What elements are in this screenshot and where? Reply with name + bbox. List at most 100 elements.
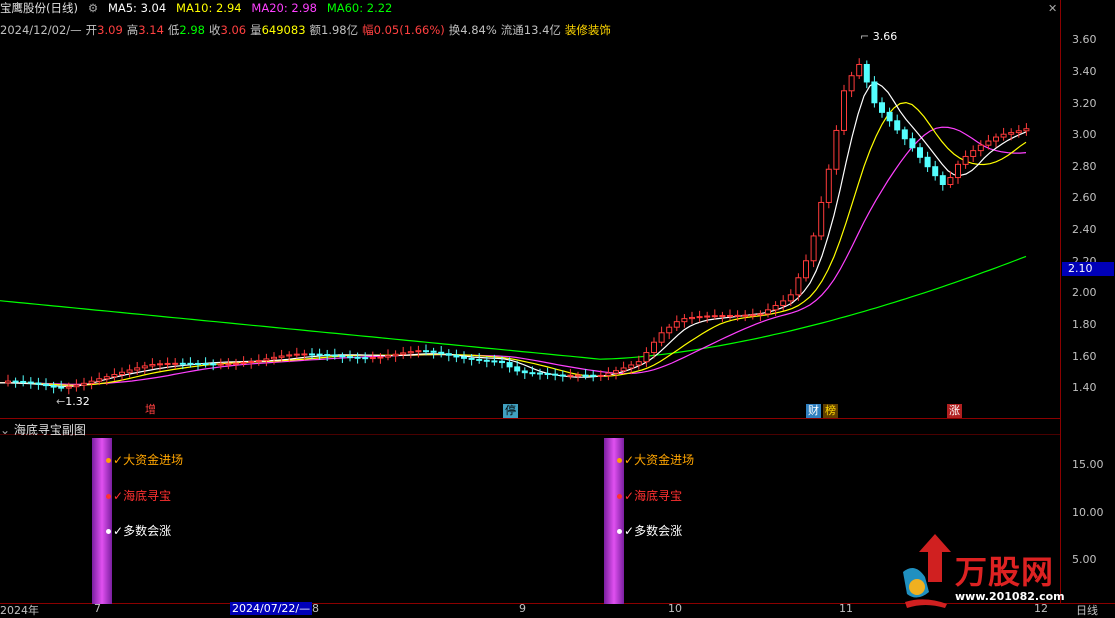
price-tick: 2.40 — [1072, 223, 1097, 236]
candle-body — [711, 315, 718, 318]
price-tick: 3.00 — [1072, 128, 1097, 141]
candle-body — [1008, 132, 1015, 135]
event-badge-up[interactable]: 涨 — [947, 404, 962, 418]
candles — [5, 58, 1030, 395]
signal-label: ✓多数会涨 — [106, 522, 171, 539]
candle-body — [278, 355, 285, 358]
candle-body — [901, 129, 908, 140]
low-marker: ←1.32 — [56, 395, 90, 408]
candle-body — [255, 359, 262, 362]
candle-body — [962, 155, 969, 165]
candle-body — [597, 374, 604, 377]
signal-text: 多数会涨 — [634, 524, 683, 538]
ma20-line-path — [0, 126, 1027, 385]
candle-body — [126, 369, 133, 373]
candle-body — [286, 354, 293, 357]
candle-body — [233, 362, 239, 365]
candle-body — [529, 372, 536, 375]
candle-body — [369, 357, 376, 360]
candle-body — [210, 363, 217, 366]
sub-chart-header[interactable]: ⌄ 海底寻宝副图 — [0, 421, 86, 438]
candle-body — [50, 385, 57, 388]
candle-body — [111, 374, 118, 378]
candle-body — [924, 156, 931, 168]
candle-body — [552, 373, 559, 376]
candle-body — [1000, 133, 1007, 138]
candle-body — [263, 358, 270, 361]
candle-body — [103, 376, 110, 380]
time-tick: 10 — [668, 602, 682, 615]
candle-body — [339, 355, 346, 358]
candle-body — [590, 374, 597, 377]
candle-body — [461, 356, 467, 359]
candle-body — [149, 363, 156, 367]
candle-body — [430, 350, 437, 353]
time-tick: 9 — [519, 602, 526, 615]
signal-text: 多数会涨 — [123, 524, 172, 538]
candle-body — [453, 354, 460, 358]
candle-body — [1023, 128, 1030, 132]
candle-body — [271, 356, 277, 360]
chevron-down-icon[interactable]: ⌄ — [0, 423, 10, 437]
candle-body — [5, 380, 11, 384]
candle-body — [354, 356, 361, 359]
candle-body — [187, 362, 194, 365]
candle-body — [415, 350, 422, 353]
price-tick: 3.20 — [1072, 97, 1097, 110]
candle-body — [970, 150, 977, 157]
candle-body — [719, 315, 726, 318]
event-badge-add[interactable]: 增 — [143, 403, 158, 417]
candle-body — [575, 374, 581, 377]
candle-body — [521, 370, 528, 374]
candle-body — [894, 120, 901, 131]
ma5-line — [0, 82, 1027, 388]
candle-body — [863, 63, 870, 83]
candle-body — [909, 138, 916, 149]
candle-body — [407, 351, 414, 354]
candle-body — [438, 351, 445, 355]
ma5-line-path — [0, 82, 1027, 388]
candle-body — [195, 362, 201, 365]
candle-body — [886, 111, 893, 122]
signal-label: ✓大资金进场 — [106, 451, 183, 468]
candle-body — [681, 318, 688, 323]
candle-body — [841, 90, 847, 131]
candle-body — [179, 362, 186, 365]
candle-body — [795, 277, 802, 296]
candlestick-chart[interactable] — [0, 0, 1060, 418]
candle-body — [141, 365, 148, 369]
candle-body — [164, 362, 171, 365]
candle-body — [727, 314, 733, 317]
candle-body — [73, 384, 80, 388]
price-tick: 1.60 — [1072, 350, 1097, 363]
candle-body — [506, 362, 513, 368]
signal-text: 大资金进场 — [123, 453, 184, 467]
candle-body — [757, 313, 764, 316]
candle-body — [58, 386, 65, 389]
candle-body — [362, 357, 369, 360]
event-badge-list[interactable]: 榜 — [823, 404, 838, 418]
candle-body — [202, 363, 209, 366]
candle-body — [88, 380, 95, 384]
period-label[interactable]: 日线 — [1076, 602, 1098, 618]
candle-body — [293, 353, 300, 356]
candle-body — [810, 235, 817, 262]
candle-body — [620, 367, 627, 372]
signal-text: 海底寻宝 — [634, 489, 683, 503]
event-badge-finance[interactable]: 财 — [806, 404, 821, 418]
candle-body — [445, 353, 452, 356]
price-tick: 3.60 — [1072, 33, 1097, 46]
candle-body — [248, 360, 255, 363]
panel-divider — [0, 418, 1060, 419]
price-tick: 3.40 — [1072, 65, 1097, 78]
candle-body — [81, 382, 87, 386]
ma10-line-path — [0, 101, 1027, 386]
time-tick: 7 — [94, 602, 101, 615]
candle-body — [514, 366, 521, 372]
price-tick: 1.80 — [1072, 318, 1097, 331]
candle-body — [635, 361, 642, 366]
candle-body — [65, 386, 72, 389]
event-badge-suspend[interactable]: 停 — [503, 404, 518, 418]
signal-text: 大资金进场 — [634, 453, 695, 467]
candle-body — [119, 371, 125, 376]
